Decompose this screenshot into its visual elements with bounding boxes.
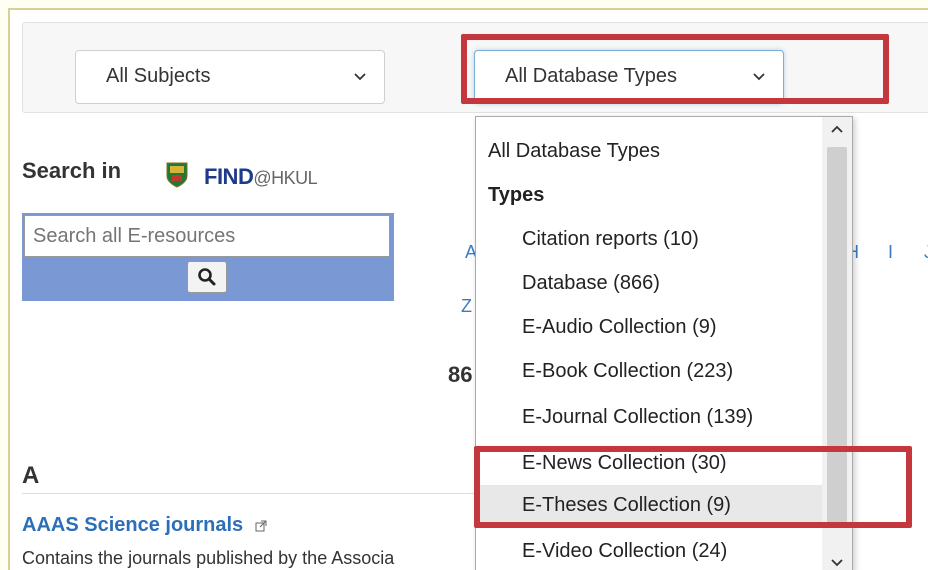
result-count: 86 <box>448 362 473 387</box>
dropdown-option[interactable]: E-Video Collection (24) <box>476 531 852 570</box>
dropdown-option[interactable]: E-Book Collection (223) <box>476 351 852 391</box>
search-button[interactable] <box>187 261 227 293</box>
dropdown-option[interactable]: Citation reports (10) <box>476 219 852 259</box>
search-input[interactable] <box>24 215 390 257</box>
scroll-down-icon[interactable] <box>831 559 843 567</box>
search-panel <box>22 213 394 301</box>
alpha-link-j[interactable]: J <box>924 242 928 263</box>
subjects-select[interactable]: All Subjects <box>75 50 385 104</box>
result-title-text: AAAS Science journals <box>22 514 244 536</box>
dropdown-option[interactable]: Database (866) <box>476 263 852 303</box>
dropdown-group-label: Types <box>488 184 545 206</box>
dropdown-option[interactable]: All Database Types <box>476 131 832 171</box>
chevron-down-icon <box>354 73 366 81</box>
scroll-up-icon[interactable] <box>831 125 843 133</box>
search-in-label: Search in <box>22 158 122 183</box>
subjects-select-value: All Subjects <box>106 65 211 87</box>
find-logo-suffix: @HKUL <box>253 168 318 188</box>
hku-crest-icon <box>166 162 188 188</box>
dropdown-option[interactable]: E-Journal Collection (139) <box>476 397 852 437</box>
find-hkul-logo[interactable]: FIND@HKUL <box>204 164 318 190</box>
result-description: Contains the journals published by the A… <box>22 548 395 568</box>
section-divider <box>22 493 482 494</box>
alpha-link-i[interactable]: I <box>888 242 893 263</box>
highlight-box-select <box>461 34 889 104</box>
highlight-box-theses <box>474 446 912 528</box>
page: All Subjects All Database Types Search i… <box>8 8 928 570</box>
search-icon <box>198 268 216 286</box>
find-logo-main: FIND <box>204 164 254 189</box>
external-link-icon <box>255 520 267 532</box>
result-title-link[interactable]: AAAS Science journals <box>22 514 267 537</box>
section-letter: A <box>22 462 40 489</box>
dropdown-option[interactable]: E-Audio Collection (9) <box>476 307 852 347</box>
alpha-link-z[interactable]: Z <box>461 296 472 317</box>
